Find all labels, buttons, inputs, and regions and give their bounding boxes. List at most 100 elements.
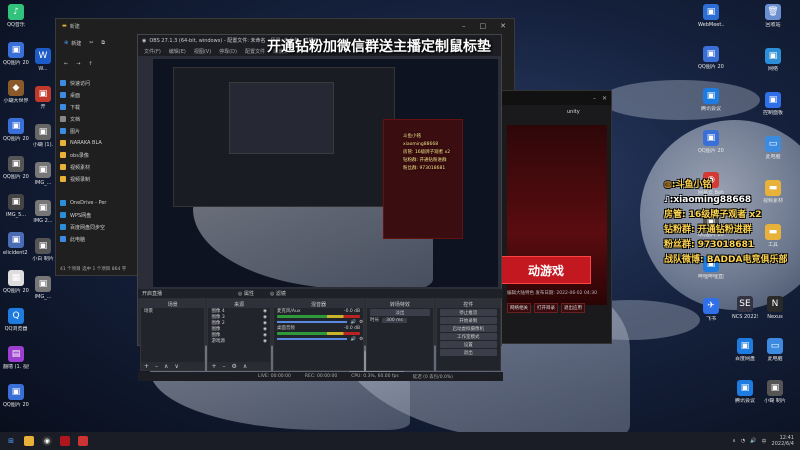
source-item[interactable]: 游戏源 ◉	[208, 338, 270, 345]
remove-icon[interactable]: –	[222, 363, 225, 370]
gear-icon[interactable]: ⚙	[359, 337, 363, 342]
cut-icon[interactable]: ✂	[89, 40, 93, 46]
speaker-icon[interactable]: 🔊	[350, 320, 356, 325]
desktop-icon[interactable]: ▣ QQ图片 20220519...	[3, 156, 29, 180]
gear-icon[interactable]: ⚙	[231, 363, 236, 370]
game-link-button[interactable]: 网络相关	[507, 303, 531, 313]
visibility-icon[interactable]: ◉	[263, 309, 270, 314]
explorer-taskbar-icon[interactable]	[24, 436, 34, 446]
remove-icon[interactable]: –	[155, 363, 158, 370]
up-icon[interactable]: ∧	[243, 363, 247, 370]
forward-icon[interactable]: →	[76, 61, 80, 67]
sidebar-item[interactable]: 下载	[60, 101, 134, 113]
back-icon[interactable]: ←	[64, 61, 68, 67]
desktop-icon[interactable]: N Nexus	[762, 296, 788, 320]
up-icon[interactable]: ∧	[164, 363, 168, 370]
control-button[interactable]: 工作室模式	[439, 333, 497, 340]
sidebar-item[interactable]: 视频录制	[60, 173, 134, 185]
desktop-icon[interactable]: ♪ QQ音乐	[3, 4, 29, 28]
maximize-icon[interactable]: □	[480, 22, 487, 30]
sidebar-item[interactable]: NARAKA BLA	[60, 137, 134, 149]
control-button[interactable]: 退出	[439, 349, 497, 356]
mixer-slider[interactable]: 🔊 ⚙	[274, 336, 363, 342]
sidebar-item[interactable]: 文档	[60, 113, 134, 125]
game-launcher-window[interactable]: – ✕ unity 动游戏 编辑大陆特色 发布日期: 2022-06-02 04…	[500, 90, 612, 344]
desktop-icon[interactable]: ▣ QQ图片 20220505...	[3, 42, 29, 66]
properties-button[interactable]: ◎ 属性	[238, 290, 254, 297]
chevron-up-icon[interactable]: ∧	[732, 438, 736, 444]
desktop-icon[interactable]: 🗑 回收站	[760, 4, 786, 28]
explorer-titlebar[interactable]: ▬ 新建 – □ ✕	[56, 19, 514, 33]
menu-item[interactable]: 视图(V)	[194, 48, 211, 55]
control-button[interactable]: 开始录制	[439, 317, 497, 324]
sidebar-item[interactable]	[60, 185, 134, 197]
sidebar-item[interactable]: 百度网盘同步空	[60, 221, 134, 233]
duration-input[interactable]: 300 ms	[382, 317, 407, 323]
menu-item[interactable]: 停靠(D)	[219, 48, 237, 55]
filters-button[interactable]: ◎ 滤镜	[270, 290, 286, 297]
sidebar-item[interactable]: 此电脑	[60, 233, 134, 245]
desktop-icon[interactable]: ▣ IMG_5...	[3, 194, 29, 218]
up-icon[interactable]: ↑	[88, 61, 92, 67]
visibility-icon[interactable]: ◉	[263, 333, 270, 338]
sidebar-item[interactable]: 桌面	[60, 89, 134, 101]
desktop-icon[interactable]: ▣ WebMeet...	[698, 4, 724, 28]
minimize-icon[interactable]: –	[462, 22, 466, 30]
game-link-button[interactable]: 退出应用	[561, 303, 585, 313]
desktop-icon[interactable]: ▣ 小蝴 (1).	[30, 124, 56, 148]
sidebar-item[interactable]: obs录像	[60, 149, 134, 161]
game-link-button[interactable]: 打开目录	[534, 303, 558, 313]
browser-taskbar-icon[interactable]	[78, 436, 88, 446]
desktop-icon[interactable]: ▦ QQ图片 20220525...	[3, 270, 29, 294]
minimize-icon[interactable]: –	[593, 95, 596, 102]
menu-item[interactable]: 配置文件	[245, 48, 265, 55]
visibility-icon[interactable]: ◉	[263, 327, 270, 332]
volume-icon[interactable]: 🔊	[750, 438, 756, 444]
transition-select[interactable]: 淡出	[370, 309, 430, 316]
network-icon[interactable]: ◔	[741, 438, 745, 444]
desktop-icon[interactable]: ▤ 翻墙 (1. 视频 海沃...	[3, 346, 29, 370]
desktop-icon[interactable]: ▣ QQ图片 20220519...	[3, 118, 29, 142]
add-icon[interactable]: +	[144, 363, 149, 370]
desktop-icon[interactable]: ◆ 小蝴大世界	[3, 80, 29, 104]
copy-icon[interactable]: ⧉	[101, 40, 105, 46]
sidebar-item[interactable]: 快速访问	[60, 77, 134, 89]
sidebar-item[interactable]: OneDrive - Per	[60, 197, 134, 209]
speaker-icon[interactable]: 🔊	[350, 337, 356, 342]
visibility-icon[interactable]: ◉	[263, 339, 270, 344]
desktop-icon[interactable]: ▣ 网络	[760, 48, 786, 72]
desktop-icon[interactable]: ▣ IMG_...	[30, 276, 56, 300]
sidebar-item[interactable]: 图片	[60, 125, 134, 137]
start-game-button[interactable]: 动游戏	[501, 256, 591, 284]
close-icon[interactable]: ✕	[602, 95, 607, 102]
gear-icon[interactable]: ⚙	[359, 320, 363, 325]
desktop-icon[interactable]: ▣ QQ图片 20220...	[3, 384, 29, 408]
obs-window[interactable]: ◉ OBS 27.1.3 (64-bit, windows) - 配置文件: 未…	[137, 34, 503, 381]
visibility-icon[interactable]: ◉	[263, 321, 270, 326]
desktop-icon[interactable]: ▣ 控制面板	[760, 92, 786, 116]
desktop-icon[interactable]: ▣ 百度网盘	[732, 338, 758, 362]
desktop-icon[interactable]: SE NCS 2022年...	[732, 296, 758, 320]
desktop-icon[interactable]: ▭ 此电脑	[762, 338, 788, 362]
desktop-icon[interactable]: ▣ 小白 制片	[30, 238, 56, 262]
menu-item[interactable]: 编辑(E)	[169, 48, 186, 55]
desktop-icon[interactable]: ▣ 开	[30, 86, 56, 110]
desktop-icon[interactable]: ▭ 此电脑	[760, 136, 786, 160]
add-icon[interactable]: +	[211, 363, 216, 370]
scene-item[interactable]: 场景	[141, 308, 204, 314]
ime-indicator[interactable]: 中	[762, 438, 767, 445]
desktop-icon[interactable]: W W...	[30, 48, 56, 72]
obs-taskbar-icon[interactable]: ◉	[42, 436, 52, 446]
desktop-icon[interactable]: ▣ IMG_...	[30, 162, 56, 186]
desktop-icon[interactable]: ▣ QQ图片 20211204...	[698, 130, 724, 154]
sidebar-item[interactable]: 视频素材	[60, 161, 134, 173]
desktop-icon[interactable]: ▣ 小蝴 制片	[762, 380, 788, 404]
visibility-icon[interactable]: ◉	[263, 315, 270, 320]
desktop-icon[interactable]: ▣ QQ图片 20220...	[698, 46, 724, 70]
control-button[interactable]: 设置	[439, 341, 497, 348]
desktop-icon[interactable]: ▣ IMG 2...	[30, 200, 56, 224]
desktop-icon[interactable]: ▣ elicident2 20220...	[3, 232, 29, 256]
sidebar-item[interactable]: WPS网盘	[60, 209, 134, 221]
desktop-icon[interactable]: ▣ 腾讯会议	[732, 380, 758, 404]
clock[interactable]: 12:41 2022/6/4	[772, 435, 794, 447]
